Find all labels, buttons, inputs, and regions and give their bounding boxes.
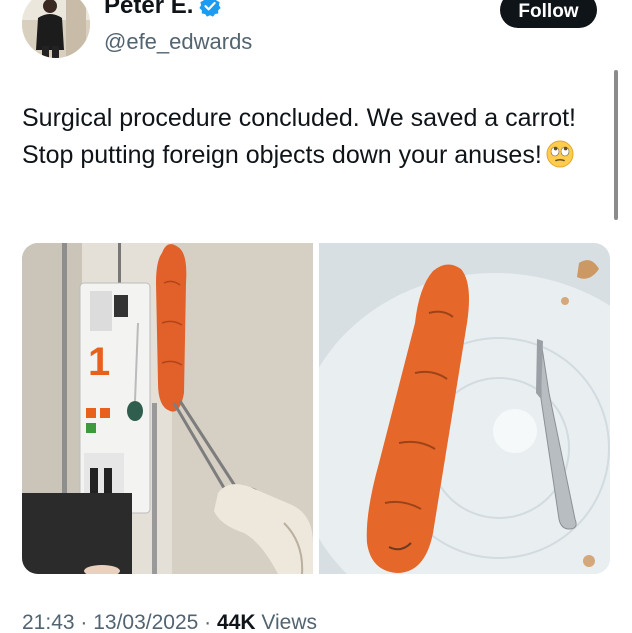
avatar-image	[22, 0, 90, 58]
tweet-date[interactable]: 13/03/2025	[93, 611, 198, 633]
tweet-page: Peter E. @efe_edwards Follow Surgical pr…	[0, 0, 632, 633]
photo-carrot-on-tray-with-scalpel-icon	[319, 243, 610, 574]
tweet-meta: 21:43 · 13/03/2025 · 44K Views	[22, 611, 317, 633]
author-handle[interactable]: @efe_edwards	[104, 29, 252, 55]
tweet-time[interactable]: 21:43	[22, 611, 75, 633]
face-with-rolling-eyes-emoji-icon	[546, 140, 574, 168]
scrollbar[interactable]	[614, 70, 618, 220]
views-label: Views	[261, 611, 318, 633]
meta-separator: ·	[74, 611, 94, 633]
follow-button[interactable]: Follow	[500, 0, 597, 28]
views-count: 44K	[217, 611, 256, 633]
tweet-body: Surgical procedure concluded. We saved a…	[22, 104, 577, 169]
avatar[interactable]	[22, 0, 90, 58]
verified-badge-icon	[199, 0, 221, 17]
media-gallery: 1	[22, 243, 610, 574]
tweet-text: Surgical procedure concluded. We saved a…	[22, 100, 592, 174]
author-display-name[interactable]: Peter E.	[104, 0, 193, 20]
media-photo-1[interactable]: 1	[22, 243, 313, 574]
meta-separator: ·	[198, 611, 218, 633]
author-name-row: Peter E.	[104, 0, 221, 20]
media-photo-2[interactable]	[319, 243, 610, 574]
photo-carrot-held-with-forceps-icon: 1	[22, 243, 313, 574]
svg-text:1: 1	[88, 340, 110, 384]
